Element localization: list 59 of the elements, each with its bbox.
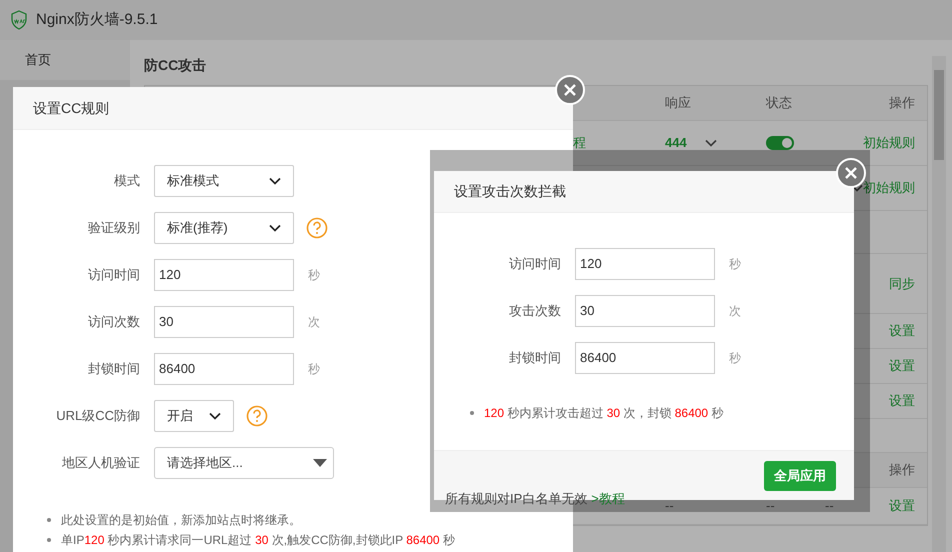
dialog-title: 设置攻击次数拦截 (454, 182, 566, 201)
status-toggle[interactable] (766, 136, 794, 150)
section-title: 防CC攻击 (144, 56, 208, 75)
table-cell-text: -- (825, 497, 834, 516)
bullet-icon (470, 411, 474, 415)
close-icon (563, 83, 577, 97)
scrollbar[interactable] (932, 56, 946, 552)
unit-label: 次 (308, 314, 320, 331)
table-cell-text: 444 (665, 134, 687, 152)
select-field[interactable]: 标准模式 (154, 165, 294, 197)
note-text: 单IP120 秒内累计请求同一URL超过 30 次,触发CC防御,封锁此IP 86400 秒 (61, 532, 455, 549)
table-cell-text: 程 (573, 134, 586, 152)
help-icon[interactable] (246, 405, 268, 427)
unit-label: 秒 (729, 350, 741, 367)
close-button[interactable] (555, 75, 585, 105)
bullet-icon (47, 538, 51, 542)
sidebar-item[interactable]: 首页 (0, 40, 130, 80)
window-title: Nginx防火墙-9.5.1 (36, 10, 158, 30)
shield-icon (10, 10, 28, 30)
input-field[interactable]: 120 (154, 259, 294, 291)
field-label: 访问次数 (87, 313, 141, 332)
column-header: 状态 (766, 94, 792, 112)
note-text: 120 秒内累计攻击超过 30 次，封锁 86400 秒 (484, 405, 724, 422)
column-header: 操作 (889, 461, 915, 480)
region-select-field[interactable]: 请选择地区... (154, 447, 334, 479)
unit-label: 次 (729, 303, 741, 320)
input-field[interactable]: 86400 (154, 353, 294, 385)
column-header: 响应 (665, 94, 691, 112)
table-cell-text: -- (766, 497, 775, 516)
field-label: 模式 (113, 172, 141, 190)
field-label: URL级CC防御 (55, 407, 141, 426)
unit-label: 秒 (308, 267, 320, 284)
field-label: 地区人机验证 (61, 454, 141, 472)
chevron-down-icon (269, 177, 281, 185)
chevron-down-icon (269, 224, 281, 232)
chevron-down-icon (209, 412, 221, 420)
input-field[interactable]: 30 (154, 306, 294, 338)
select-field[interactable]: 开启 (154, 400, 234, 432)
unit-label: 秒 (729, 256, 741, 273)
table-cell-text: -- (665, 497, 674, 516)
select-field[interactable]: 标准(推荐) (154, 212, 294, 244)
unit-label: 秒 (308, 361, 320, 378)
field-label: 验证级别 (87, 219, 141, 238)
dialog-title: 设置CC规则 (33, 98, 110, 118)
note-text: 此处设置的是初始值，新添加站点时将继承。 (61, 512, 301, 529)
caret-down-icon (313, 459, 327, 467)
input-field[interactable]: 30 (575, 295, 715, 327)
field-label: 访问时间 (87, 266, 141, 284)
input-field[interactable]: 120 (575, 248, 715, 280)
field-label: 封锁时间 (508, 349, 562, 368)
help-icon[interactable] (306, 217, 328, 239)
close-icon (844, 166, 858, 180)
field-label: 封锁时间 (87, 360, 141, 378)
bullet-icon (47, 518, 51, 522)
field-label: 访问时间 (508, 255, 562, 274)
field-label: 攻击次数 (508, 302, 562, 320)
input-field[interactable]: 86400 (575, 342, 715, 374)
column-header: 操作 (889, 94, 915, 112)
tutorial-link[interactable]: >教程 (591, 489, 625, 508)
